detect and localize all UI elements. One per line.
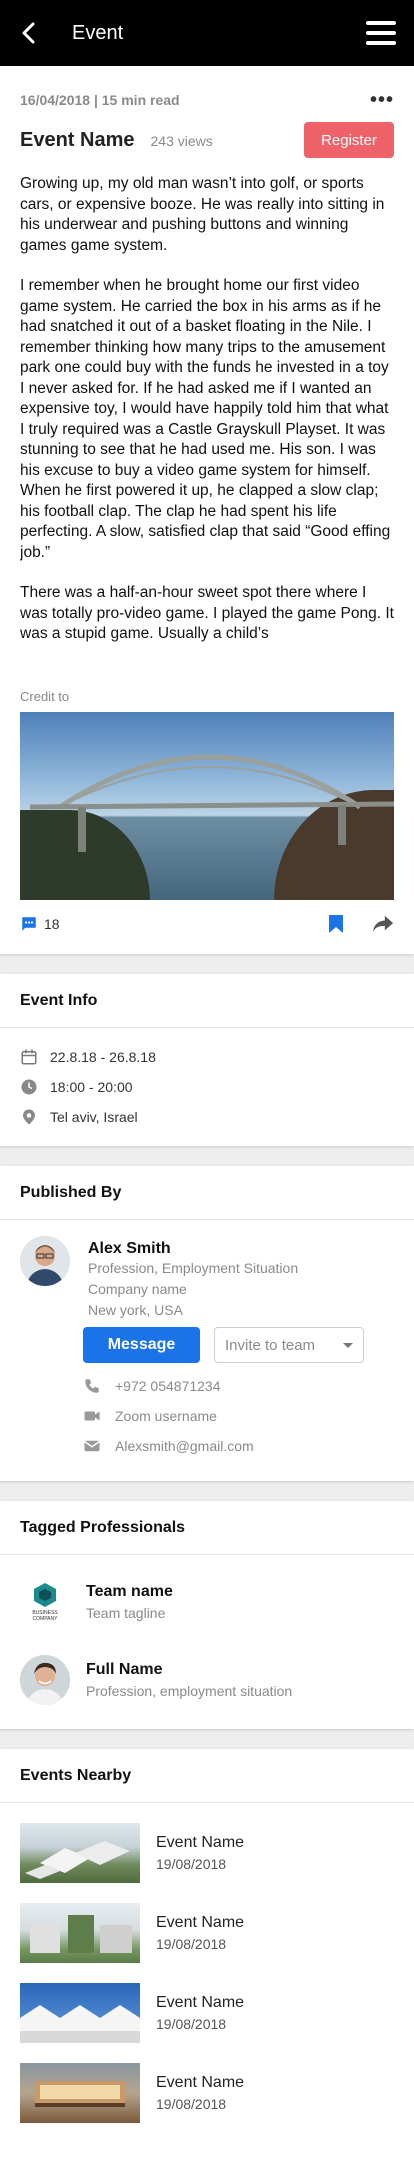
comment-icon[interactable] bbox=[20, 915, 38, 933]
page-title: Event bbox=[72, 21, 124, 44]
company-logo-text: BUSINESS COMPANY bbox=[32, 1610, 58, 1622]
publisher-company: Company name bbox=[88, 1281, 187, 1297]
nearby-event-name: Event Name bbox=[156, 1914, 245, 1931]
tagged-person-item[interactable]: Full Name Profession, employment situati… bbox=[0, 1641, 414, 1719]
photo-credit: Credit to bbox=[20, 689, 70, 704]
tagged-team-item[interactable]: BUSINESS COMPANY Team name Team tagline bbox=[0, 1563, 414, 1641]
clock-icon bbox=[21, 1079, 37, 1095]
event-thumbnail bbox=[20, 1983, 140, 2043]
zoom-row: Zoom username bbox=[83, 1401, 394, 1431]
person-name: Full Name bbox=[86, 1661, 163, 1678]
tagged-professionals-card: Tagged Professionals BUSINESS COMPANY Te… bbox=[0, 1501, 414, 1729]
team-name: Team name bbox=[86, 1583, 173, 1600]
event-time: 18:00 - 20:00 bbox=[50, 1079, 133, 1095]
nearby-event-date: 19/08/2018 bbox=[156, 1856, 227, 1872]
event-location: Tel aviv, Israel bbox=[50, 1109, 138, 1125]
event-dates-row: 22.8.18 - 26.8.18 bbox=[20, 1042, 394, 1072]
event-dates: 22.8.18 - 26.8.18 bbox=[50, 1049, 156, 1065]
top-bar: Event bbox=[0, 0, 414, 66]
avatar bbox=[20, 1655, 70, 1705]
article-photo bbox=[20, 712, 394, 900]
published-by-heading: Published By bbox=[0, 1166, 414, 1220]
event-location-row: Tel aviv, Israel bbox=[20, 1102, 394, 1132]
article-meta: 16/04/2018 | 15 min read bbox=[20, 92, 180, 108]
nearby-event-item[interactable]: Event Name 19/08/2018 bbox=[20, 2053, 394, 2133]
message-button[interactable]: Message bbox=[83, 1327, 200, 1363]
more-options-icon[interactable]: ••• bbox=[370, 89, 394, 112]
person-profession: Profession, employment situation bbox=[86, 1683, 293, 1699]
nearby-event-date: 19/08/2018 bbox=[156, 1936, 227, 1952]
phone-row: +972 054871234 bbox=[83, 1371, 394, 1401]
nearby-event-date: 19/08/2018 bbox=[156, 2096, 227, 2112]
article-paragraph: Growing up, my old man wasn’t into golf,… bbox=[20, 175, 385, 254]
nearby-event-item[interactable]: Event Name 19/08/2018 bbox=[20, 1893, 394, 1973]
tagged-heading: Tagged Professionals bbox=[0, 1501, 414, 1555]
event-info-card: Event Info 22.8.18 - 26.8.18 18:00 - 20:… bbox=[0, 974, 414, 1146]
mail-icon bbox=[84, 1440, 100, 1452]
avatar[interactable] bbox=[20, 1236, 70, 1286]
publisher-name[interactable]: Alex Smith bbox=[88, 1240, 298, 1258]
register-button[interactable]: Register bbox=[304, 122, 394, 158]
events-nearby-card: Events Nearby Event Name 19/08/2018 Even… bbox=[0, 1749, 414, 2167]
article-card: 16/04/2018 | 15 min read ••• Event Name … bbox=[0, 66, 414, 954]
phone-number[interactable]: +972 054871234 bbox=[115, 1378, 221, 1394]
chevron-down-icon bbox=[343, 1342, 353, 1348]
view-count: 243 views bbox=[150, 132, 213, 149]
event-time-row: 18:00 - 20:00 bbox=[20, 1072, 394, 1102]
video-camera-icon bbox=[84, 1411, 100, 1421]
nearby-event-item[interactable]: Event Name 19/08/2018 bbox=[20, 1973, 394, 2053]
nearby-event-name: Event Name bbox=[156, 1834, 245, 1851]
zoom-username[interactable]: Zoom username bbox=[115, 1408, 217, 1424]
event-page: Event 16/04/2018 | 15 min read ••• Event… bbox=[0, 0, 414, 2167]
nearby-event-item[interactable]: Event Name 19/08/2018 bbox=[20, 1813, 394, 1893]
article-body: Growing up, my old man wasn’t into golf,… bbox=[20, 174, 394, 654]
email-row: Alexsmith@gmail.com bbox=[83, 1431, 394, 1461]
article-paragraph: There was a half-an-hour sweet spot ther… bbox=[20, 584, 394, 642]
comment-count: 18 bbox=[44, 916, 60, 932]
nearby-event-date: 19/08/2018 bbox=[156, 2016, 227, 2032]
share-icon[interactable] bbox=[372, 914, 394, 934]
team-tagline: Team tagline bbox=[86, 1605, 166, 1621]
published-by-card: Published By Alex Smith Profession, Empl… bbox=[0, 1166, 414, 1481]
event-thumbnail bbox=[20, 1823, 140, 1883]
publisher-profession: Profession, Employment Situation bbox=[88, 1260, 299, 1276]
invite-to-team-label: Invite to team bbox=[225, 1336, 316, 1354]
invite-to-team-select[interactable]: Invite to team bbox=[214, 1327, 364, 1363]
nearby-event-name: Event Name bbox=[156, 1994, 245, 2011]
event-thumbnail bbox=[20, 1903, 140, 1963]
nearby-heading: Events Nearby bbox=[0, 1749, 414, 1803]
calendar-icon bbox=[21, 1049, 37, 1065]
hamburger-menu-icon[interactable] bbox=[366, 21, 396, 45]
publisher-city: New york, USA bbox=[88, 1302, 183, 1318]
email-address[interactable]: Alexsmith@gmail.com bbox=[115, 1438, 254, 1454]
event-name: Event Name bbox=[20, 128, 135, 151]
location-pin-icon bbox=[23, 1109, 35, 1125]
back-arrow-icon[interactable] bbox=[18, 21, 42, 45]
event-info-heading: Event Info bbox=[0, 974, 414, 1028]
bookmark-icon[interactable] bbox=[328, 914, 344, 934]
nearby-event-name: Event Name bbox=[156, 2074, 245, 2091]
article-paragraph: I remember when he brought home our firs… bbox=[20, 277, 391, 561]
company-logo: BUSINESS COMPANY bbox=[20, 1577, 70, 1627]
event-thumbnail bbox=[20, 2063, 140, 2123]
phone-icon bbox=[85, 1379, 99, 1393]
